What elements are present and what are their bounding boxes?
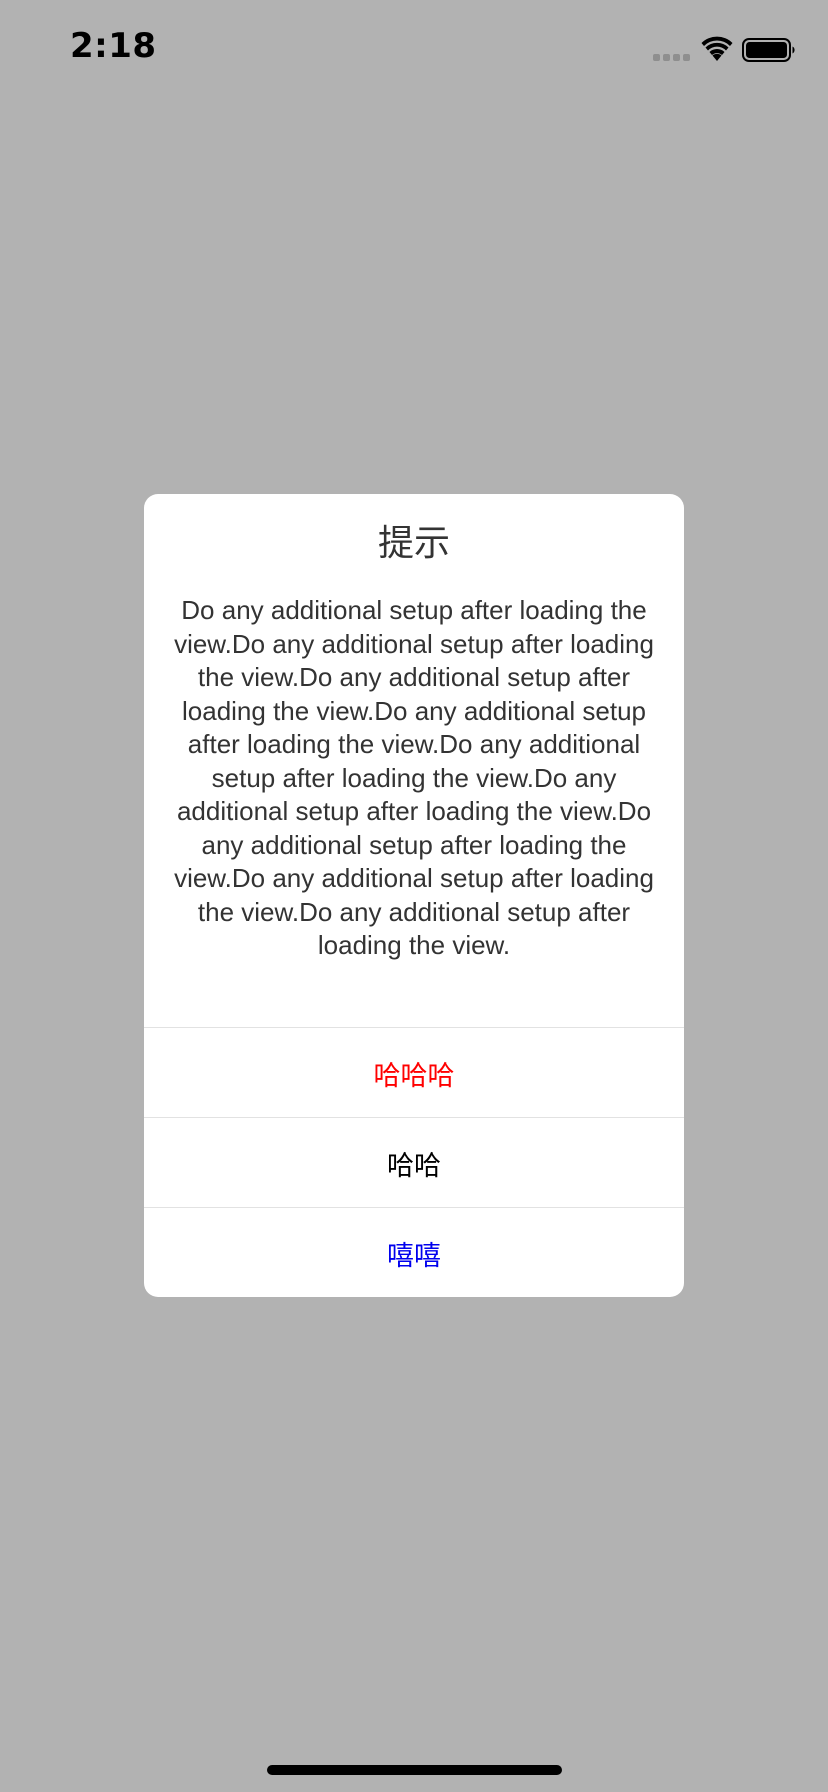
status-bar: 2:18 xyxy=(0,0,828,100)
alert-title: 提示 xyxy=(377,523,450,564)
battery-icon xyxy=(742,38,795,62)
home-indicator[interactable] xyxy=(267,1765,562,1775)
alert-message: Do any additional setup after loading th… xyxy=(174,595,654,960)
status-time: 2:18 xyxy=(70,26,157,66)
alert-action-xixi-button[interactable]: 嘻嘻 xyxy=(144,1207,684,1297)
cellular-signal-icon xyxy=(653,54,691,62)
wifi-icon xyxy=(701,36,733,61)
alert-action-haha-button[interactable]: 哈哈 xyxy=(144,1117,684,1208)
alert-dialog: 提示 Do any additional setup after loading… xyxy=(144,494,684,1297)
alert-action-hahaha-button[interactable]: 哈哈哈 xyxy=(144,1027,684,1118)
